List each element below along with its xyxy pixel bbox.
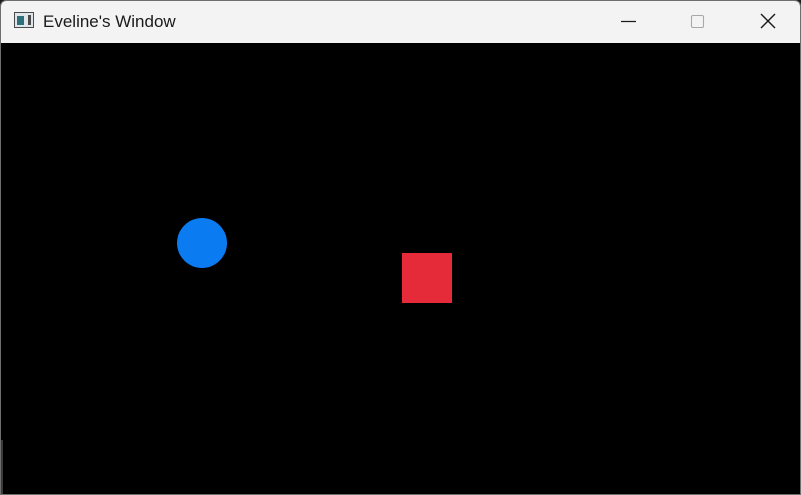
app-window: Eveline's Window xyxy=(0,0,801,495)
title-bar[interactable]: Eveline's Window xyxy=(1,1,800,43)
red-square xyxy=(402,253,452,303)
canvas-area xyxy=(1,43,800,494)
maximize-button[interactable] xyxy=(674,1,720,43)
minimize-icon xyxy=(621,20,636,23)
window-app-icon[interactable] xyxy=(14,12,34,28)
close-icon xyxy=(760,13,776,29)
window-edge-shadow xyxy=(1,440,3,494)
maximize-icon xyxy=(690,14,705,29)
close-button[interactable] xyxy=(744,1,790,43)
minimize-button[interactable] xyxy=(605,1,651,43)
app-icon-pane xyxy=(17,16,24,25)
blue-circle xyxy=(177,218,227,268)
app-icon-bar xyxy=(28,15,31,25)
window-title: Eveline's Window xyxy=(43,12,176,31)
